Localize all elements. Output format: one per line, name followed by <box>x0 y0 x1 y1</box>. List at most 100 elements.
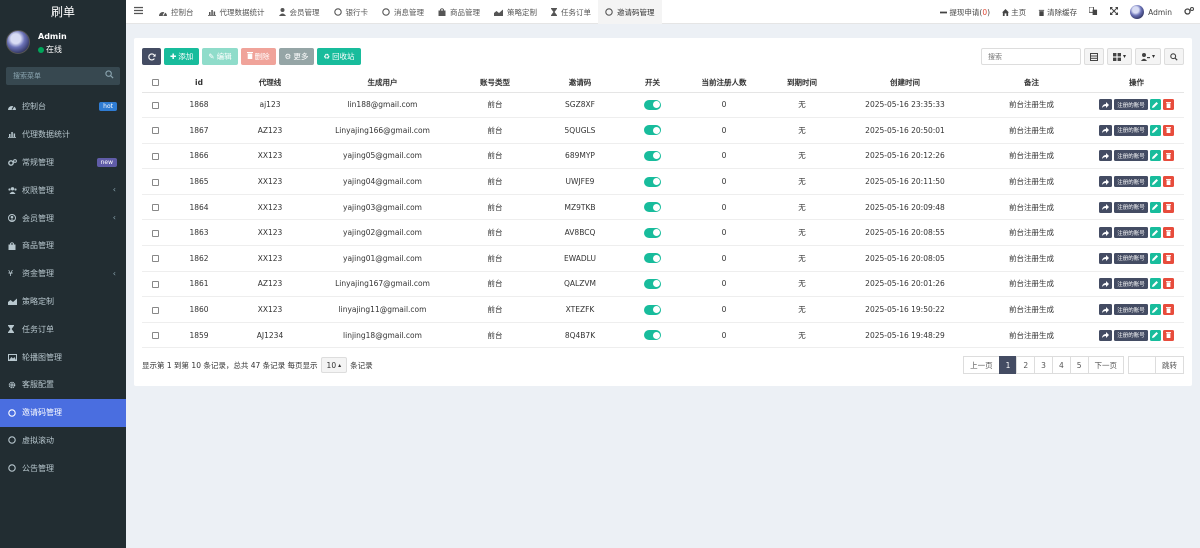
share-button[interactable] <box>1099 227 1113 239</box>
column-header[interactable]: id <box>168 73 230 93</box>
menu-toggle-icon[interactable] <box>134 6 143 15</box>
share-button[interactable] <box>1099 124 1113 136</box>
page-size-select[interactable]: 10 ▴ <box>320 357 348 373</box>
enable-toggle[interactable] <box>644 278 661 289</box>
delete-row-button[interactable] <box>1162 176 1174 188</box>
tab-0[interactable]: 控制台 <box>152 0 201 24</box>
sidebar-item-8[interactable]: 任务订单 <box>0 315 126 343</box>
edit-row-button[interactable] <box>1149 124 1161 136</box>
page-4-button[interactable]: 4 <box>1051 356 1071 374</box>
column-header[interactable]: 当前注册人数 <box>680 73 768 93</box>
sidebar-item-10[interactable]: 客服配置 <box>0 371 126 399</box>
export-button[interactable]: ▾ <box>1134 48 1161 65</box>
edit-row-button[interactable] <box>1149 201 1161 213</box>
enable-toggle[interactable] <box>644 99 661 110</box>
delete-row-button[interactable] <box>1162 201 1174 213</box>
admin-user-menu[interactable]: Admin <box>1124 5 1178 19</box>
search-button[interactable] <box>1164 48 1184 65</box>
tab-6[interactable]: 策略定制 <box>487 0 544 24</box>
columns-button[interactable]: ▾ <box>1106 48 1132 65</box>
registered-accounts-button[interactable]: 注册的账号 <box>1114 252 1148 264</box>
translate-button[interactable] <box>1083 6 1104 17</box>
delete-row-button[interactable] <box>1162 329 1174 341</box>
table-row[interactable]: 1861 AZ123 Linyajing167@gmail.com 前台 QALZVM 0… <box>142 271 1184 298</box>
delete-row-button[interactable] <box>1162 150 1174 162</box>
row-checkbox[interactable] <box>151 204 159 212</box>
page-2-button[interactable]: 2 <box>1016 356 1036 374</box>
add-button[interactable]: ✚ 添加 <box>164 48 200 65</box>
share-button[interactable] <box>1099 278 1113 290</box>
enable-toggle[interactable] <box>644 150 661 161</box>
page-5-button[interactable]: 5 <box>1069 356 1089 374</box>
sidebar-item-12[interactable]: 虚拟滚动 <box>0 427 126 455</box>
sidebar-item-7[interactable]: 策略定制 <box>0 288 126 316</box>
tab-8[interactable]: 邀请码管理 <box>598 0 662 24</box>
enable-toggle[interactable] <box>644 202 661 213</box>
table-row[interactable]: 1860 XX123 linyajing11@gmail.com 前台 XTEZFK 0 无… <box>142 296 1184 323</box>
tab-2[interactable]: 会员管理 <box>272 0 327 24</box>
delete-row-button[interactable] <box>1162 304 1174 316</box>
table-row[interactable]: 1862 XX123 yajing01@gmail.com 前台 EWADLU 0 无 202… <box>142 245 1184 272</box>
row-checkbox[interactable] <box>151 101 159 109</box>
sidebar-item-9[interactable]: 轮播图管理 <box>0 343 126 371</box>
sidebar-item-1[interactable]: 代理数据统计 <box>0 121 126 149</box>
edit-button[interactable]: ✎ 编辑 <box>202 48 238 65</box>
edit-row-button[interactable] <box>1149 150 1161 162</box>
row-checkbox[interactable] <box>151 152 159 160</box>
column-header[interactable]: 生成用户 <box>310 73 455 93</box>
edit-row-button[interactable] <box>1149 252 1161 264</box>
edit-row-button[interactable] <box>1149 304 1161 316</box>
sidebar-item-6[interactable]: ¥ 资金管理 ‹ <box>0 260 126 288</box>
row-checkbox[interactable] <box>151 255 159 263</box>
sidebar-item-13[interactable]: 公告管理 <box>0 454 126 482</box>
enable-toggle[interactable] <box>644 176 661 187</box>
registered-accounts-button[interactable]: 注册的账号 <box>1114 201 1148 213</box>
enable-toggle[interactable] <box>644 125 661 136</box>
more-button[interactable]: ⚙ 更多 <box>278 48 315 65</box>
edit-row-button[interactable] <box>1149 227 1161 239</box>
toggle-view-button[interactable] <box>1083 48 1104 65</box>
row-checkbox[interactable] <box>151 178 159 186</box>
edit-row-button[interactable] <box>1149 329 1161 341</box>
column-header[interactable]: 代理线 <box>230 73 310 93</box>
table-row[interactable]: 1866 XX123 yajing05@gmail.com 前台 689MYP 0 无 202… <box>142 143 1184 170</box>
column-header[interactable]: 账号类型 <box>455 73 535 93</box>
row-checkbox[interactable] <box>151 229 159 237</box>
clear-cache-link[interactable]: 清除缓存 <box>1032 7 1083 18</box>
share-button[interactable] <box>1099 99 1113 111</box>
delete-row-button[interactable] <box>1162 124 1174 136</box>
table-row[interactable]: 1868 aj123 lin188@gmail.com 前台 SGZ8XF 0 无 2025-… <box>142 92 1184 119</box>
table-row[interactable]: 1864 XX123 yajing03@gmail.com 前台 MZ9TKB 0 无 202… <box>142 194 1184 221</box>
table-search-input[interactable] <box>980 48 1081 65</box>
edit-row-button[interactable] <box>1149 99 1161 111</box>
tab-5[interactable]: 商品管理 <box>431 0 487 24</box>
registered-accounts-button[interactable]: 注册的账号 <box>1114 227 1148 239</box>
enable-toggle[interactable] <box>644 304 661 315</box>
table-row[interactable]: 1867 AZ123 Linyajing166@gmail.com 前台 5QUGLS 0… <box>142 117 1184 144</box>
delete-button[interactable]: 删除 <box>240 48 276 65</box>
delete-row-button[interactable] <box>1162 278 1174 290</box>
registered-accounts-button[interactable]: 注册的账号 <box>1114 124 1148 136</box>
share-button[interactable] <box>1099 150 1113 162</box>
enable-toggle[interactable] <box>644 227 661 238</box>
row-checkbox[interactable] <box>151 332 159 340</box>
tab-4[interactable]: 消息管理 <box>375 0 431 24</box>
delete-row-button[interactable] <box>1162 227 1174 239</box>
menu-search-input[interactable]: 搜索菜单 <box>6 67 120 85</box>
recycle-bin-button[interactable]: ♻ 回收站 <box>317 48 361 65</box>
share-button[interactable] <box>1099 176 1113 188</box>
jump-page-input[interactable] <box>1128 356 1156 374</box>
sidebar-item-11[interactable]: 邀请码管理 <box>0 398 126 427</box>
fullscreen-button[interactable] <box>1104 7 1124 17</box>
table-row[interactable]: 1859 AJ1234 linjing18@gmail.com 前台 8Q4B7K 0 无 2… <box>142 322 1184 349</box>
select-all-checkbox[interactable] <box>151 79 159 87</box>
tab-1[interactable]: 代理数据统计 <box>201 0 272 24</box>
share-button[interactable] <box>1099 201 1113 213</box>
jump-button[interactable]: 跳转 <box>1155 356 1184 374</box>
sidebar-item-0[interactable]: 控制台 hot <box>0 93 126 121</box>
next-page-button[interactable]: 下一页 <box>1087 356 1124 374</box>
column-header[interactable]: 备注 <box>974 73 1089 93</box>
edit-row-button[interactable] <box>1149 176 1161 188</box>
registered-accounts-button[interactable]: 注册的账号 <box>1114 304 1148 316</box>
settings-button[interactable] <box>1178 7 1200 17</box>
